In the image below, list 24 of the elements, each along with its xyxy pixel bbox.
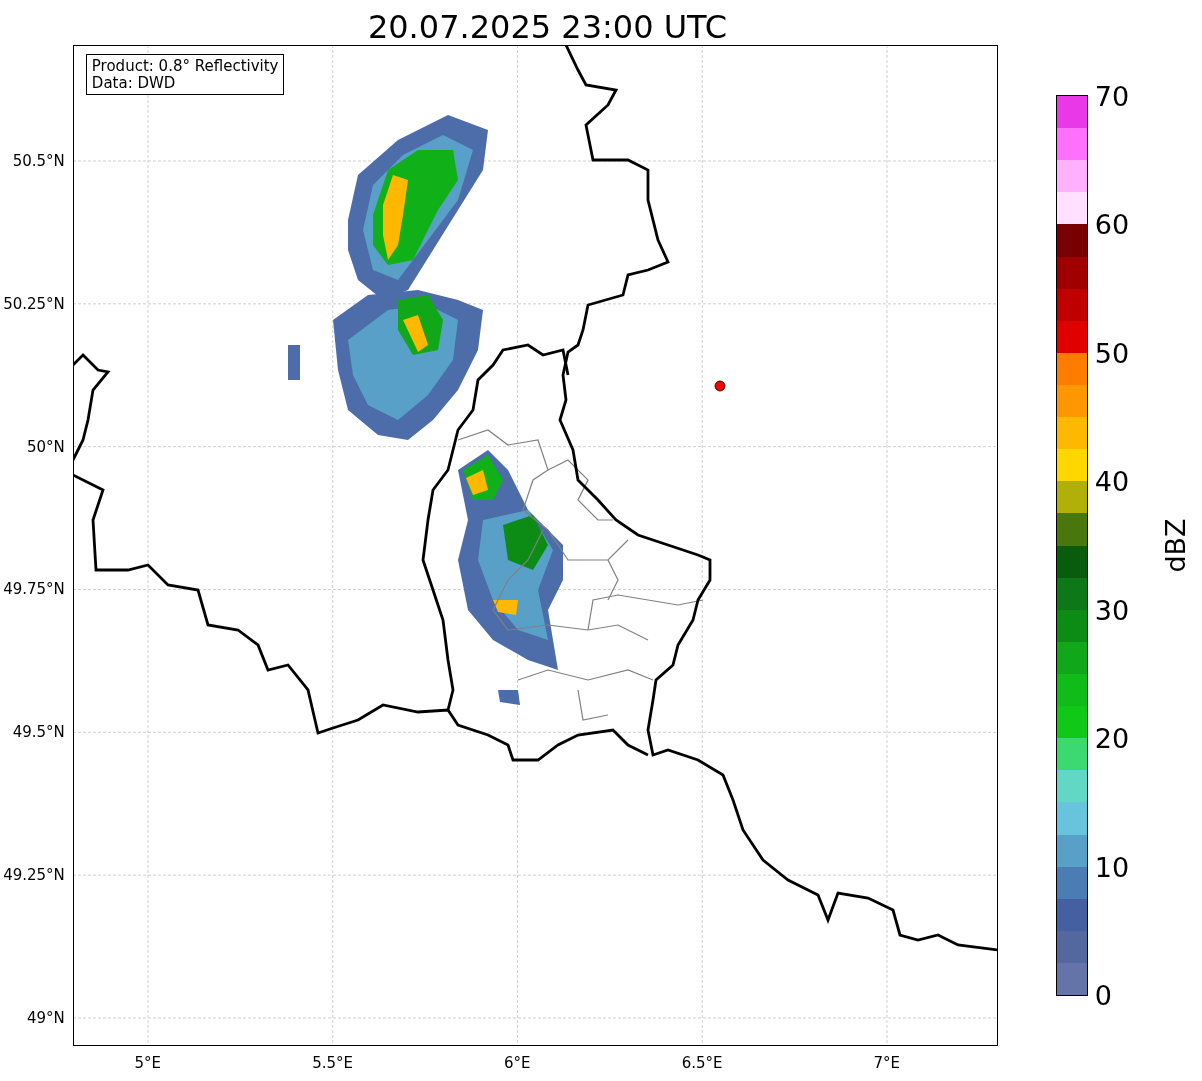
longitude-label: 5.5°E xyxy=(312,1054,353,1072)
colorbar-label: dBZ xyxy=(1159,518,1191,573)
longitude-label: 6°E xyxy=(504,1054,531,1072)
colorbar-tick-label: 60 xyxy=(1094,210,1130,238)
latitude-label: 50.25°N xyxy=(3,294,65,313)
colorbar-tick-label: 0 xyxy=(1094,981,1112,1009)
colorbar-tick-label: 40 xyxy=(1094,467,1130,495)
colorbar-tick-label: 10 xyxy=(1094,853,1130,881)
latitude-label: 50.5°N xyxy=(12,152,65,170)
chart-title: 20.07.2025 23:00 UTC xyxy=(367,11,728,45)
colorbar-tick-label: 70 xyxy=(1094,82,1130,110)
annotation-text: Data: DWD xyxy=(91,74,177,91)
longitude-label: 6.5°E xyxy=(681,1054,723,1072)
colorbar-tick-label: 20 xyxy=(1094,724,1130,752)
latitude-label: 50°N xyxy=(27,437,65,456)
longitude-label: 5°E xyxy=(134,1054,162,1072)
colorbar-tick-label: 50 xyxy=(1094,339,1130,367)
latitude-label: 49°N xyxy=(27,1008,65,1027)
latitude-label: 49.75°N xyxy=(3,580,65,599)
longitude-label: 7°E xyxy=(873,1054,901,1072)
colorbar-tick-label: 30 xyxy=(1094,596,1130,624)
latitude-label: 49.5°N xyxy=(12,723,65,742)
latitude-label: 49.25°N xyxy=(3,866,65,885)
annotation-text: Product: 0.8° Reflectivity xyxy=(91,58,279,75)
